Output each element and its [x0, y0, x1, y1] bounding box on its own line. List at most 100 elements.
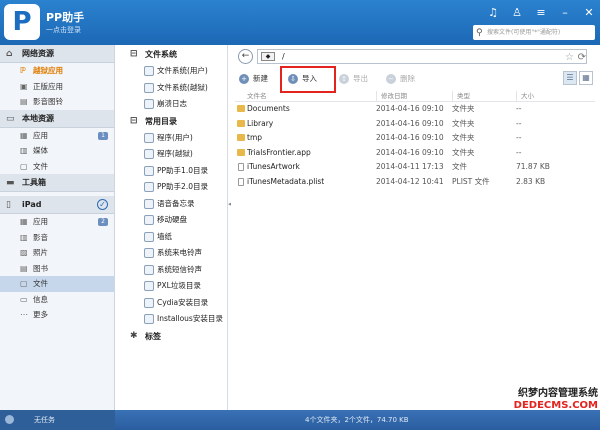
tree-item[interactable]: 移动硬盘 — [115, 212, 227, 229]
tree-item[interactable]: 崩溃日志 — [115, 96, 227, 113]
tree-item[interactable]: 程序(越狱) — [115, 146, 227, 163]
directory-icon — [144, 198, 154, 209]
col-type[interactable]: 类型 — [452, 91, 516, 101]
tree-section-tags[interactable]: ✱ 标签 — [115, 328, 227, 345]
sidebar-item-ipad-books[interactable]: ▤ 图书 — [0, 261, 114, 277]
sidebar-item-media[interactable]: ▤ 影音图铃 — [0, 94, 114, 110]
media-icon: ▤ — [20, 97, 28, 106]
export-button[interactable]: ⇧ 导出 — [339, 71, 368, 87]
table-row[interactable]: TrialsFrontier.app 2014-04-16 09:10 文件夹 … — [235, 146, 595, 161]
table-row[interactable]: Documents 2014-04-16 09:10 文件夹 -- — [235, 102, 595, 117]
directory-icon — [144, 82, 154, 93]
new-button[interactable]: + 新建 — [239, 71, 268, 87]
tree-item[interactable]: 语音备忘录 — [115, 196, 227, 213]
folder-icon — [237, 119, 245, 127]
cell-size: -- — [516, 104, 522, 113]
cell-type: 文件夹 — [452, 118, 475, 128]
task-status[interactable]: 无任务 — [0, 410, 115, 430]
col-name[interactable]: 文件名 — [235, 91, 376, 101]
login-link[interactable]: 一点击登录 — [46, 25, 81, 35]
sidebar-group-ipad[interactable]: ▯ iPad ✓ — [0, 196, 114, 214]
message-icon: ▭ — [20, 294, 28, 304]
tree-item-label: 系统短信铃声 — [157, 264, 202, 274]
delete-button[interactable]: − 删除 — [386, 71, 415, 87]
file-browser: ← ◆ / ☆ ⟳ + 新建 ⇩ 导入 ⇧ 导出 − 删除 ☰ ▦ 文件名 修改… — [231, 45, 600, 410]
cell-name: Documents — [235, 102, 376, 117]
sidebar-item-ipad-files[interactable]: ▢ 文件 — [0, 276, 114, 292]
sidebar-item-genuine-apps[interactable]: ▣ 正版应用 — [0, 79, 114, 95]
list-view-icon[interactable]: ☰ — [563, 71, 577, 85]
search-input[interactable]: ⚲ 搜索文件(可使用"*"通配符) — [473, 25, 595, 40]
table-row[interactable]: iTunesArtwork 2014-04-11 17:13 文件 71.87 … — [235, 160, 595, 175]
sidebar-item-ipad-photos[interactable]: ▨ 照片 — [0, 245, 114, 261]
back-button[interactable]: ← — [238, 49, 253, 64]
sidebar-item-jailbreak-apps[interactable]: ℙ 越狱应用 — [0, 63, 114, 79]
close-icon[interactable]: ✕ — [582, 6, 596, 19]
tree-item[interactable]: 系统来电铃声 — [115, 245, 227, 262]
tree-section-filesystem[interactable]: ⊟ 文件系统 — [115, 46, 227, 63]
table-row[interactable]: tmp 2014-04-16 09:10 文件夹 -- — [235, 131, 595, 146]
tree-item-label: 文件系统(用户) — [157, 66, 208, 75]
star-icon[interactable]: ☆ — [565, 51, 574, 64]
tree-item[interactable]: Installous安装目录 — [115, 311, 227, 328]
tree-item[interactable]: 墙纸 — [115, 229, 227, 246]
tree-item[interactable]: PP助手2.0目录 — [115, 179, 227, 196]
refresh-icon[interactable]: ⟳ — [578, 51, 586, 64]
tree-item-label: 移动硬盘 — [157, 215, 187, 224]
table-row[interactable]: Library 2014-04-16 09:10 文件夹 -- — [235, 117, 595, 132]
sidebar-item-ipad-apps[interactable]: ▦ 应用 2 — [0, 214, 114, 230]
tag-icon: ✱ — [130, 330, 138, 341]
minimize-icon[interactable]: – — [558, 6, 572, 19]
file-name: tmp — [247, 133, 263, 142]
music-icon[interactable]: ♫ — [486, 6, 500, 19]
sidebar-group-local[interactable]: ▭ 本地资源 — [0, 109, 114, 128]
menu-icon[interactable]: ≡ — [534, 6, 548, 19]
directory-icon — [144, 231, 154, 242]
tree-section-common[interactable]: ⊟ 常用目录 — [115, 113, 227, 130]
directory-icon — [144, 132, 154, 143]
export-icon: ⇧ — [339, 74, 349, 84]
sidebar-item-ipad-media[interactable]: ▥ 影音 — [0, 230, 114, 246]
view-toggle: ☰ ▦ — [563, 71, 593, 85]
shirt-icon[interactable]: ♙ — [510, 6, 524, 19]
sidebar: ⌂ 网络资源 ℙ 越狱应用 ▣ 正版应用 ▤ 影音图铃 ▭ 本地资源 ▦ 应用 … — [0, 45, 115, 410]
tree-item[interactable]: PP助手1.0目录 — [115, 163, 227, 180]
sidebar-item-ipad-messages[interactable]: ▭ 信息 — [0, 292, 114, 308]
tree-item[interactable]: 文件系统(用户) — [115, 63, 227, 80]
collapse-icon[interactable]: ⊟ — [130, 113, 138, 130]
pp-icon: ℙ — [20, 66, 26, 75]
sidebar-item-local-apps[interactable]: ▦ 应用 1 — [0, 128, 114, 144]
col-date[interactable]: 修改日期 — [376, 91, 452, 101]
cell-type: 文件夹 — [452, 147, 475, 157]
col-size[interactable]: 大小 — [516, 91, 586, 101]
sidebar-group-network[interactable]: ⌂ 网络资源 — [0, 45, 114, 63]
tree-item-label: Installous安装目录 — [157, 314, 223, 323]
file-name: iTunesArtwork — [247, 162, 300, 171]
file-table: 文件名 修改日期 类型 大小 Documents 2014-04-16 09:1… — [235, 91, 595, 189]
table-row[interactable]: iTunesMetadata.plist 2014-04-12 10:41 PL… — [235, 175, 595, 190]
tree-item[interactable]: PXL垃圾目录 — [115, 278, 227, 295]
collapse-icon[interactable]: ⊟ — [130, 46, 138, 63]
pp-logo[interactable]: P — [4, 4, 40, 40]
tree-item[interactable]: 系统短信铃声 — [115, 262, 227, 279]
tree-item[interactable]: Cydia安装目录 — [115, 295, 227, 312]
sidebar-item-local-files[interactable]: ▢ 文件 — [0, 159, 114, 175]
sidebar-group-toolbox[interactable]: ▬ 工具箱 — [0, 174, 114, 192]
tree-item[interactable]: 程序(用户) — [115, 130, 227, 147]
cell-type: PLIST 文件 — [452, 176, 490, 186]
more-icon: ⋯ — [20, 310, 28, 319]
sidebar-item-local-media[interactable]: ▥ 媒体 — [0, 143, 114, 159]
cell-type: 文件夹 — [452, 133, 475, 142]
grid-view-icon[interactable]: ▦ — [579, 71, 593, 85]
file-name: Documents — [247, 104, 290, 113]
tree-item[interactable]: 文件系统(越狱) — [115, 80, 227, 97]
directory-icon — [144, 264, 154, 275]
sidebar-item-ipad-more[interactable]: ⋯ 更多 — [0, 307, 114, 323]
grid-icon: ▦ — [20, 130, 28, 140]
cell-size: -- — [516, 147, 522, 157]
status-bar: 无任务 4个文件夹，2个文件，74.70 KB 织梦内容管理系统 DEDECMS… — [0, 388, 600, 430]
file-icon — [238, 177, 244, 186]
watermark: 织梦内容管理系统 DEDECMS.COM — [514, 388, 598, 412]
path-input[interactable]: ◆ / ☆ ⟳ — [257, 49, 587, 64]
directory-icon — [144, 149, 154, 159]
